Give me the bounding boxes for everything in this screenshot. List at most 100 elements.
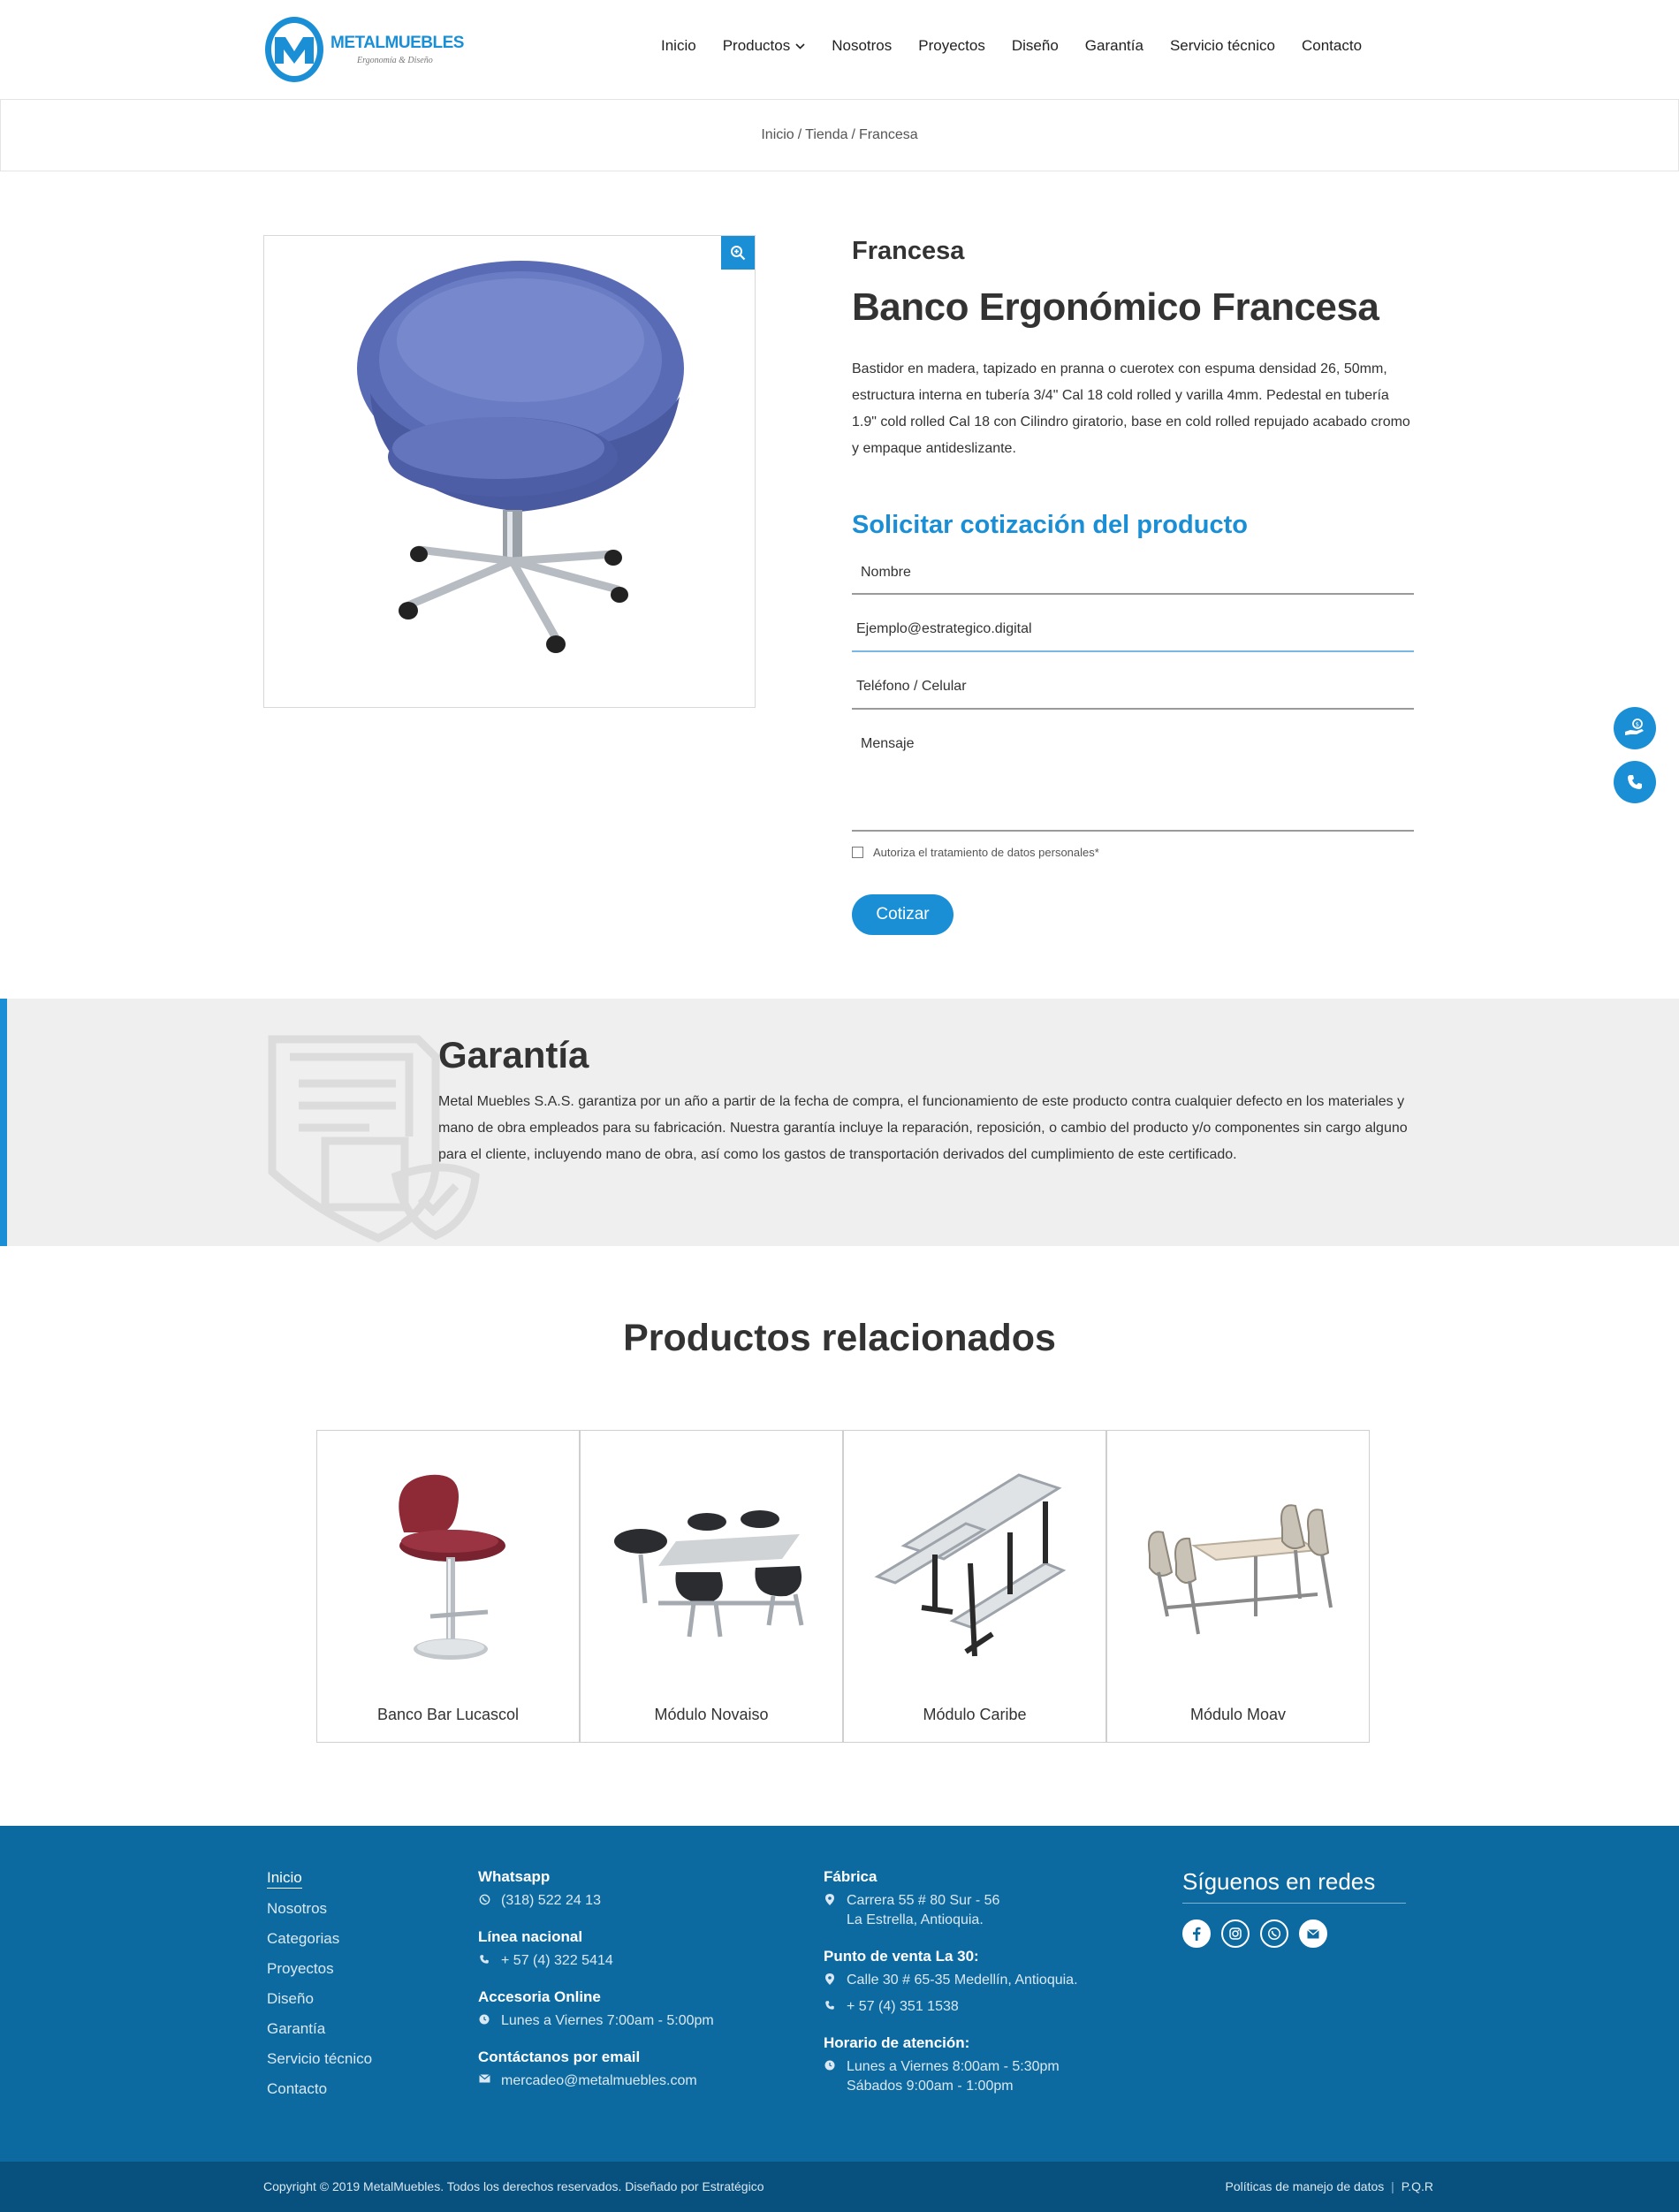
social-links (1182, 1919, 1406, 1948)
nav-proyectos[interactable]: Proyectos (918, 37, 985, 55)
breadcrumb: Inicio / Tienda / Francesa (0, 99, 1679, 171)
hours-title: Horario de atención: (824, 2034, 970, 2051)
zoom-button[interactable] (721, 236, 755, 270)
email-field[interactable]: Ejemplo@estrategico.digital (852, 595, 1414, 652)
whatsapp-icon[interactable] (1260, 1919, 1288, 1948)
logo-tagline: Ergonomía & Diseño (357, 56, 433, 65)
nav-productos[interactable]: Productos (723, 37, 806, 55)
chevron-down-icon (795, 40, 805, 52)
footer-links: Inicio Nosotros Categorias Proyectos Dis… (267, 1868, 372, 2109)
table-module-image (614, 1510, 804, 1638)
nav-servicio-tecnico[interactable]: Servicio técnico (1170, 37, 1275, 55)
site-logo[interactable]: METALMUEBLES Ergonomía & Diseño (265, 16, 464, 83)
warranty-text: Metal Muebles S.A.S. garantiza por un añ… (438, 1094, 1408, 1162)
zoom-in-icon (731, 246, 746, 261)
email-address[interactable]: mercadeo@metalmuebles.com (501, 2071, 697, 2091)
phone-icon (478, 1951, 490, 1965)
national-line-number[interactable]: + 57 (4) 322 5414 (501, 1951, 613, 1971)
nav-inicio[interactable]: Inicio (661, 37, 696, 55)
national-line-title: Línea nacional (478, 1928, 583, 1945)
nav-nosotros[interactable]: Nosotros (832, 37, 892, 55)
phone-field[interactable]: Teléfono / Celular (852, 652, 1414, 710)
floating-call-button[interactable] (1614, 761, 1656, 803)
email-icon[interactable] (1299, 1919, 1327, 1948)
warranty-title: Garantía (438, 1034, 589, 1076)
footer-link-proyectos[interactable]: Proyectos (267, 1959, 372, 1979)
factory-address-line1: Carrera 55 # 80 Sur - 56 (847, 1893, 1000, 1908)
nav-contacto[interactable]: Contacto (1302, 37, 1362, 55)
data-policy-link[interactable]: Políticas de manejo de datos (1225, 2179, 1384, 2193)
follow-divider (1182, 1903, 1406, 1904)
related-product-name: Módulo Moav (1189, 1706, 1287, 1723)
footer-link-servicio-tecnico[interactable]: Servicio técnico (267, 2049, 372, 2069)
related-product-card[interactable]: Módulo Caribe (843, 1430, 1106, 1743)
consent-row: Autoriza el tratamiento de datos persona… (852, 846, 1417, 859)
whatsapp-number[interactable]: (318) 522 24 13 (501, 1891, 601, 1911)
footer-link-nosotros[interactable]: Nosotros (267, 1899, 372, 1919)
related-product-name: Banco Bar Lucascol (376, 1706, 520, 1723)
hours-line1: Lunes a Viernes 8:00am - 5:30pm (847, 2059, 1060, 2074)
phone-icon (1628, 775, 1642, 789)
message-field[interactable]: Mensaje (852, 710, 1414, 832)
footer-link-diseno[interactable]: Diseño (267, 1989, 372, 2009)
clock-icon (824, 2057, 836, 2071)
footer-link-garantia[interactable]: Garantía (267, 2019, 372, 2039)
related-product-name: Módulo Caribe (923, 1706, 1027, 1723)
policy-links: Políticas de manejo de datos | P.Q.R (1225, 2179, 1433, 2193)
related-product-card[interactable]: Módulo Novaiso (580, 1430, 843, 1743)
steel-seats-module-image (1148, 1504, 1333, 1635)
consent-label: Autoriza el tratamiento de datos persona… (873, 846, 1099, 859)
product-image[interactable] (263, 235, 756, 708)
breadcrumb-separator: / (797, 127, 802, 142)
related-product-name: Módulo Novaiso (654, 1706, 769, 1723)
footer-link-categorias[interactable]: Categorias (267, 1929, 372, 1949)
policy-separator: | (1391, 2179, 1394, 2193)
nav-garantia[interactable]: Garantía (1085, 37, 1143, 55)
clock-icon (478, 2011, 490, 2025)
store-address: Calle 30 # 65-35 Medellín, Antioquia. (847, 1973, 1078, 1988)
related-product-card[interactable]: Banco Bar Lucascol (316, 1430, 580, 1743)
related-product-card[interactable]: Módulo Moav (1106, 1430, 1370, 1743)
phone-icon (824, 1997, 836, 2011)
name-field[interactable]: Nombre (852, 556, 1414, 595)
breadcrumb-current: Francesa (858, 127, 918, 142)
submit-quote-button[interactable]: Cotizar (852, 894, 953, 935)
factory-address-line2: La Estrella, Antioquia. (847, 1912, 984, 1927)
hand-money-icon: $ (1625, 718, 1644, 735)
breadcrumb-shop[interactable]: Tienda (805, 127, 847, 143)
logo-mark-icon (265, 17, 323, 82)
online-title: Accesoria Online (478, 1988, 601, 2005)
footer-link-inicio[interactable]: Inicio (267, 1868, 302, 1889)
instagram-icon[interactable] (1221, 1919, 1250, 1948)
product-category: Francesa (852, 237, 965, 265)
footer-social-col: Síguenos en redes (1182, 1868, 1406, 1948)
email-icon (478, 2071, 490, 2083)
copyright-text: Copyright © 2019 MetalMuebles. Todos los… (263, 2179, 764, 2193)
nav-diseno[interactable]: Diseño (1012, 37, 1059, 55)
follow-title: Síguenos en redes (1182, 1868, 1376, 1895)
related-products-title: Productos relacionados (623, 1317, 1056, 1359)
footer-location-col: Fábrica Carrera 55 # 80 Sur - 56 La Estre… (824, 1868, 1078, 2114)
breadcrumb-separator: / (851, 127, 855, 142)
whatsapp-title: Whatsapp (478, 1868, 551, 1885)
whatsapp-icon (478, 1891, 490, 1905)
footer-contact-col: Whatsapp (318) 522 24 13 Línea nacional … (478, 1868, 714, 2109)
hours-line2: Sábados 9:00am - 1:00pm (847, 2079, 1014, 2094)
facebook-icon[interactable] (1182, 1919, 1211, 1948)
consent-checkbox[interactable] (852, 847, 863, 858)
warranty-section: Garantía Metal Muebles S.A.S. garantiza … (0, 999, 1679, 1246)
floating-quote-button[interactable]: $ (1614, 707, 1656, 749)
product-description: Bastidor en madera, tapizado en pranna o… (852, 361, 1410, 456)
main-nav: Inicio Productos Nosotros Proyectos Dise… (661, 37, 1362, 55)
product-title: Banco Ergonómico Francesa (852, 285, 1379, 329)
breadcrumb-home[interactable]: Inicio (761, 127, 794, 143)
store-phone[interactable]: + 57 (4) 351 1538 (847, 1997, 959, 2017)
svg-text:$: $ (1636, 721, 1639, 728)
logo-name: METALMUEBLES (330, 34, 464, 52)
map-pin-icon (824, 1971, 836, 1985)
email-title: Contáctanos por email (478, 2049, 641, 2065)
nav-productos-label: Productos (722, 37, 791, 54)
store-title: Punto de venta La 30: (824, 1948, 979, 1965)
pqr-link[interactable]: P.Q.R (1402, 2179, 1433, 2193)
footer-link-contacto[interactable]: Contacto (267, 2079, 372, 2099)
